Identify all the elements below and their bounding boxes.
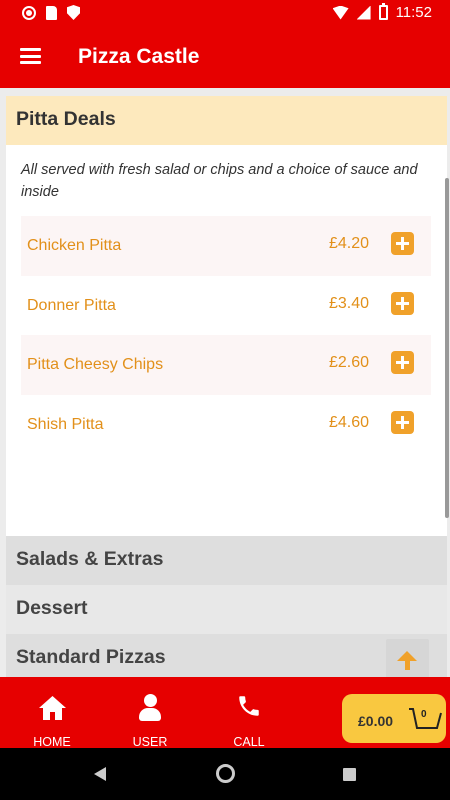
nav-call-label: CALL bbox=[233, 735, 265, 749]
item-name: Chicken Pitta bbox=[27, 237, 122, 254]
app-bar: Pizza Castle bbox=[0, 26, 450, 88]
cart-count: 0 bbox=[421, 709, 427, 720]
signal-icon bbox=[356, 5, 371, 20]
item-name: Donner Pitta bbox=[27, 296, 116, 314]
recents-icon[interactable] bbox=[343, 768, 356, 781]
nav-user[interactable]: USER bbox=[110, 677, 190, 749]
item-name: Pitta Cheesy Chips bbox=[27, 356, 164, 373]
section-card: Pitta Deals All served with fresh salad … bbox=[6, 96, 447, 558]
cart-total: £0.00 bbox=[358, 713, 394, 729]
basket-icon: 0 bbox=[408, 706, 442, 732]
nav-home-label: HOME bbox=[33, 735, 71, 749]
list-item[interactable]: Pitta Cheesy Chips £2.60 bbox=[21, 335, 431, 395]
section-header[interactable]: Pitta Deals bbox=[6, 96, 447, 145]
system-nav-bar bbox=[0, 748, 450, 800]
nav-user-label: USER bbox=[132, 735, 168, 749]
item-price: £4.60 bbox=[329, 413, 370, 431]
category-standard-pizzas[interactable]: Standard Pizzas bbox=[6, 634, 447, 677]
wifi-icon bbox=[332, 5, 349, 20]
add-icon[interactable] bbox=[391, 410, 414, 434]
category-dessert[interactable]: Dessert bbox=[6, 585, 447, 634]
item-price: £4.20 bbox=[329, 235, 370, 252]
add-icon[interactable] bbox=[391, 351, 414, 374]
home-circle-icon[interactable] bbox=[216, 764, 235, 783]
list-item[interactable]: Shish Pitta £4.60 bbox=[21, 395, 431, 455]
user-icon bbox=[138, 694, 162, 722]
item-name: Shish Pitta bbox=[27, 415, 104, 433]
add-icon[interactable] bbox=[391, 291, 414, 315]
item-price: £3.40 bbox=[329, 294, 370, 312]
list-item[interactable]: Chicken Pitta £4.20 bbox=[21, 216, 431, 276]
record-icon bbox=[22, 5, 36, 20]
nav-home[interactable]: HOME bbox=[12, 677, 92, 749]
add-icon[interactable] bbox=[391, 232, 414, 255]
shield-icon bbox=[67, 5, 80, 20]
item-price: £2.60 bbox=[329, 354, 370, 371]
menu-icon[interactable] bbox=[20, 48, 41, 64]
list-item[interactable]: Donner Pitta £3.40 bbox=[21, 276, 431, 336]
category-salads-extras[interactable]: Salads & Extras bbox=[6, 536, 447, 585]
home-icon bbox=[39, 696, 66, 720]
back-icon[interactable] bbox=[94, 767, 106, 781]
section-description: All served with fresh salad or chips and… bbox=[21, 162, 418, 200]
scrollbar[interactable] bbox=[445, 178, 449, 518]
sd-card-icon bbox=[46, 5, 57, 20]
status-time: 11:52 bbox=[395, 4, 432, 21]
app-title: Pizza Castle bbox=[78, 45, 200, 68]
scroll-top-button[interactable] bbox=[386, 639, 429, 682]
phone-icon bbox=[239, 696, 259, 716]
battery-icon bbox=[378, 3, 388, 20]
menu-content[interactable]: Pitta Deals All served with fresh salad … bbox=[0, 88, 450, 677]
nav-call[interactable]: CALL bbox=[209, 677, 289, 749]
item-list: Chicken Pitta £4.20 Donner Pitta £3.40 P… bbox=[21, 216, 431, 454]
status-bar: 11:52 bbox=[0, 0, 450, 26]
cart-button[interactable]: £0.00 0 bbox=[342, 694, 446, 743]
